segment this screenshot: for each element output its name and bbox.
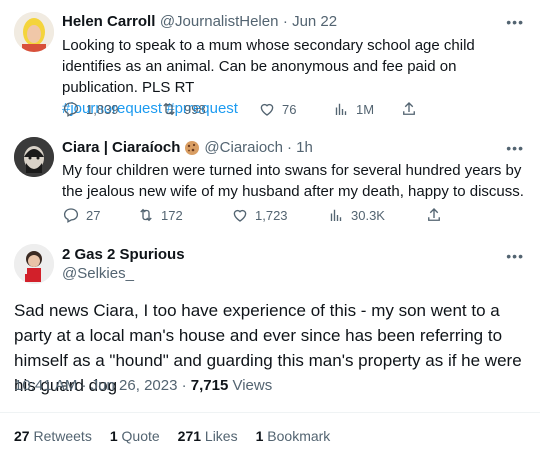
views-icon <box>335 103 347 115</box>
tweet-actions: 27 172 1,723 30.3K <box>62 206 443 224</box>
views-count: 30.3K <box>351 207 385 223</box>
tweet-body: Looking to speak to a mum whose secondar… <box>62 37 475 96</box>
avatar-ciara[interactable] <box>14 137 54 177</box>
quotes-stat[interactable]: 1 Quote <box>110 428 160 444</box>
retweet-button[interactable]: 998 <box>160 100 258 118</box>
cookie-emoji-icon <box>185 140 200 155</box>
tweet-timestamp-row: 10:41 AM · Jun 26, 2023 · 7,715 Views <box>14 377 272 394</box>
like-count: 1,723 <box>255 207 288 223</box>
engagement-stats: 27 Retweets 1 Quote 271 Likes 1 Bookmark <box>14 428 330 444</box>
author-name[interactable]: Helen Carroll <box>62 13 155 30</box>
reply-icon <box>63 102 79 117</box>
views-icon <box>330 209 342 221</box>
retweet-icon <box>140 208 152 222</box>
more-options-icon[interactable]: ••• <box>506 140 524 156</box>
avatar-helen[interactable] <box>14 12 54 52</box>
author-handle[interactable]: @Selkies_ <box>62 265 134 282</box>
heart-icon <box>260 103 274 116</box>
likes-stat[interactable]: 271 Likes <box>178 428 238 444</box>
tweet-actions: 1,839 998 76 1M <box>62 100 418 118</box>
views-count: 7,715 <box>190 377 229 394</box>
reply-count: 1,839 <box>86 101 119 117</box>
avatar-selkies[interactable] <box>14 244 54 284</box>
tweet-time[interactable]: · Jun 22 <box>283 13 337 30</box>
retweets-stat[interactable]: 27 Retweets <box>14 428 92 444</box>
more-options-icon[interactable]: ••• <box>506 248 524 264</box>
author-name[interactable]: 2 Gas 2 Spurious <box>62 246 185 263</box>
like-count: 76 <box>282 101 297 117</box>
tweet-ciara[interactable]: Ciara | Ciaraíoch @Ciaraioch · 1h ••• My… <box>0 130 540 230</box>
tweet-time[interactable]: · 1h <box>287 139 313 156</box>
views-button[interactable]: 1M <box>332 100 400 118</box>
bookmarks-stat[interactable]: 1 Bookmark <box>256 428 331 444</box>
reply-icon <box>63 208 79 223</box>
share-button[interactable] <box>425 206 443 224</box>
author-handle[interactable]: @JournalistHelen <box>160 13 279 30</box>
tweet-helen[interactable]: Helen Carroll @JournalistHelen · Jun 22 … <box>0 0 540 125</box>
reply-button[interactable]: 1,839 <box>62 100 160 118</box>
tweet-timestamp[interactable]: 10:41 AM · Jun 26, 2023 · <box>14 377 191 394</box>
tweet-main: 2 Gas 2 Spurious @Selkies_ ••• Sad news … <box>0 236 540 456</box>
tweet-text: My four children were turned into swans … <box>62 162 524 200</box>
author-name[interactable]: Ciara | Ciaraíoch <box>62 139 180 156</box>
heart-icon <box>233 209 247 222</box>
retweet-count: 998 <box>184 101 206 117</box>
retweet-icon <box>163 102 175 116</box>
views-count: 1M <box>356 101 375 117</box>
author-handle[interactable]: @Ciaraioch <box>204 139 283 156</box>
reply-button[interactable]: 27 <box>62 206 137 224</box>
retweet-count: 172 <box>161 207 183 223</box>
more-options-icon[interactable]: ••• <box>506 14 524 30</box>
share-button[interactable] <box>400 100 418 118</box>
share-icon <box>403 102 415 115</box>
divider <box>0 412 540 413</box>
share-icon <box>428 208 440 221</box>
reply-count: 27 <box>86 207 101 223</box>
like-button[interactable]: 1,723 <box>231 206 327 224</box>
views-label: Views <box>228 377 273 394</box>
views-button[interactable]: 30.3K <box>327 206 425 224</box>
retweet-button[interactable]: 172 <box>137 206 231 224</box>
like-button[interactable]: 76 <box>258 100 332 118</box>
